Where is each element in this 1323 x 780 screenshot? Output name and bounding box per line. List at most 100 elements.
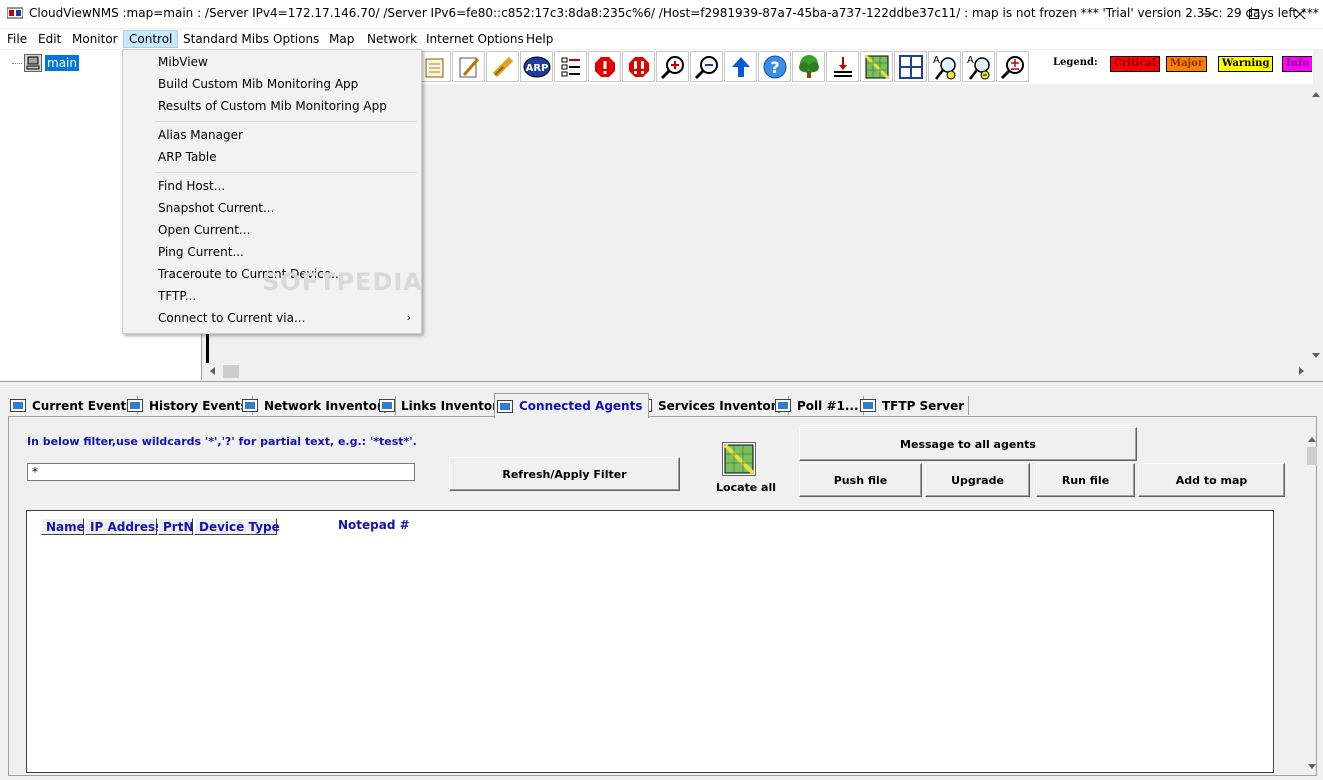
menu-separator xyxy=(155,172,417,173)
tree-node-label[interactable]: main xyxy=(45,55,79,71)
menu-monitor[interactable]: Monitor xyxy=(67,30,123,48)
svg-text:A: A xyxy=(933,55,940,66)
zoom-out-icon[interactable] xyxy=(690,51,723,82)
find-alias-minus-icon[interactable]: A xyxy=(962,51,995,82)
menu-network[interactable]: Network xyxy=(362,30,422,48)
tab-label: Services Inventory xyxy=(658,398,785,413)
toolbar: ARP ? A A Legend: Critical Major Warning… xyxy=(418,50,1313,84)
panel-vertical-scrollbar[interactable] xyxy=(1305,433,1319,773)
menu-item-open-current[interactable]: Open Current... xyxy=(123,219,421,241)
watermark: SOFTPEDIA xyxy=(262,268,423,296)
message-to-all-agents-button[interactable]: Message to all agents xyxy=(799,427,1137,461)
column-header-notepad[interactable]: Notepad # xyxy=(338,518,410,532)
minimize-button[interactable] xyxy=(1185,0,1231,28)
menu-item-ping-current[interactable]: Ping Current... xyxy=(123,241,421,263)
up-arrow-icon[interactable] xyxy=(724,51,757,82)
column-header-name[interactable]: Name xyxy=(41,518,85,535)
run-file-button[interactable]: Run file xyxy=(1036,463,1135,497)
tab-label: Network Inventory xyxy=(264,398,391,413)
menu-bar: File Edit Monitor Control Standard Mibs … xyxy=(0,29,1323,50)
menu-separator xyxy=(155,121,417,122)
tab-network-inventory[interactable]: Network Inventory xyxy=(242,396,396,415)
split-view-icon[interactable] xyxy=(894,51,927,82)
upgrade-button[interactable]: Upgrade xyxy=(925,463,1030,497)
column-header-device-type[interactable]: Device Type xyxy=(194,518,280,535)
menu-item-snapshot-current[interactable]: Snapshot Current... xyxy=(123,197,421,219)
menu-file[interactable]: File xyxy=(2,30,32,48)
column-header-prtn[interactable]: PrtN xyxy=(158,518,194,535)
menu-item-connect-via[interactable]: Connect to Current via... › xyxy=(123,307,421,329)
tree-connector xyxy=(12,62,22,64)
critical-stop-icon[interactable] xyxy=(588,51,621,82)
edit-icon[interactable] xyxy=(452,51,485,82)
zoom-reset-icon[interactable] xyxy=(996,51,1029,82)
push-file-button[interactable]: Push file xyxy=(799,463,922,497)
help-icon[interactable]: ? xyxy=(758,51,791,82)
tab-bar: Current Events History Events Network In… xyxy=(0,393,1323,418)
menu-options[interactable]: Options xyxy=(268,30,324,48)
app-logo-icon xyxy=(6,6,24,20)
locate-all-label: Locate all xyxy=(716,481,777,494)
tab-history-events[interactable]: History Events xyxy=(127,396,253,415)
connected-agents-panel: In below filter,use wildcards '*','?' fo… xyxy=(8,416,1317,776)
button-label: Add to map xyxy=(1175,473,1248,487)
list-icon[interactable] xyxy=(554,51,587,82)
close-button[interactable] xyxy=(1277,0,1323,28)
agents-table[interactable]: Name IP Address PrtN Device Type Notepad… xyxy=(26,510,1274,773)
locate-all-icon[interactable] xyxy=(722,442,756,476)
tab-current-events[interactable]: Current Events xyxy=(10,396,139,415)
maximize-button[interactable] xyxy=(1231,0,1277,28)
download-icon[interactable] xyxy=(826,51,859,82)
button-label: Run file xyxy=(1061,473,1110,487)
button-label: Refresh/Apply Filter xyxy=(502,467,627,481)
tab-poll-1[interactable]: Poll #1... xyxy=(775,396,864,415)
major-stop-icon[interactable] xyxy=(622,51,655,82)
legend-info: Info xyxy=(1282,56,1312,72)
map-vertical-scrollbar[interactable] xyxy=(1309,88,1323,364)
menu-edit[interactable]: Edit xyxy=(33,30,66,48)
scroll-thumb[interactable] xyxy=(1307,447,1317,465)
map-horizontal-scrollbar[interactable] xyxy=(203,363,1309,380)
map-grid-icon[interactable] xyxy=(860,51,893,82)
menu-internet-options[interactable]: Internet Options xyxy=(421,30,529,48)
horizontal-splitter[interactable] xyxy=(0,381,1323,387)
tab-label: TFTP Server xyxy=(882,398,965,413)
notepad-icon[interactable] xyxy=(418,51,451,82)
filter-hint: In below filter,use wildcards '*','?' fo… xyxy=(27,435,417,448)
legend-critical: Critical xyxy=(1110,56,1160,72)
legend-major: Major xyxy=(1166,56,1208,72)
add-to-map-button[interactable]: Add to map xyxy=(1138,463,1285,497)
menu-item-arp-table[interactable]: ARP Table xyxy=(123,146,421,168)
tab-services-inventory[interactable]: Services Inventory xyxy=(636,396,790,415)
tab-label: Current Events xyxy=(32,398,134,413)
arp-icon[interactable]: ARP xyxy=(520,51,553,82)
tab-tftp-server[interactable]: TFTP Server xyxy=(860,396,970,415)
zoom-in-icon[interactable] xyxy=(656,51,689,82)
menu-control[interactable]: Control xyxy=(123,30,179,48)
monitor-icon xyxy=(127,399,143,412)
menu-item-results-custom-mib-app[interactable]: Results of Custom Mib Monitoring App xyxy=(123,95,421,117)
tab-connected-agents[interactable]: Connected Agents xyxy=(494,393,650,418)
filter-input[interactable] xyxy=(27,463,415,481)
menu-standard-mibs[interactable]: Standard Mibs xyxy=(178,30,274,48)
menu-item-mibview[interactable]: MibView xyxy=(123,51,421,73)
legend-label: Legend: xyxy=(1053,57,1098,68)
menu-item-find-host[interactable]: Find Host... xyxy=(123,175,421,197)
column-header-ip-address[interactable]: IP Address xyxy=(85,518,162,535)
menu-help[interactable]: Help xyxy=(521,30,558,48)
refresh-apply-filter-button[interactable]: Refresh/Apply Filter xyxy=(449,457,680,491)
tree-node-main[interactable]: main xyxy=(12,54,79,72)
menu-item-build-custom-mib-app[interactable]: Build Custom Mib Monitoring App xyxy=(123,73,421,95)
submenu-arrow-icon: › xyxy=(406,311,411,324)
menu-map[interactable]: Map xyxy=(324,30,359,48)
monitor-icon xyxy=(10,399,26,412)
tree-icon[interactable] xyxy=(792,51,825,82)
plugin-icon[interactable] xyxy=(486,51,519,82)
tab-links-inventory[interactable]: Links Inventory xyxy=(379,396,511,415)
menu-item-alias-manager[interactable]: Alias Manager xyxy=(123,124,421,146)
computer-icon xyxy=(24,54,42,72)
find-alias-icon[interactable]: A xyxy=(928,51,961,82)
scroll-thumb[interactable] xyxy=(223,365,239,378)
svg-text:ARP: ARP xyxy=(525,63,548,74)
button-label: Push file xyxy=(833,473,888,487)
